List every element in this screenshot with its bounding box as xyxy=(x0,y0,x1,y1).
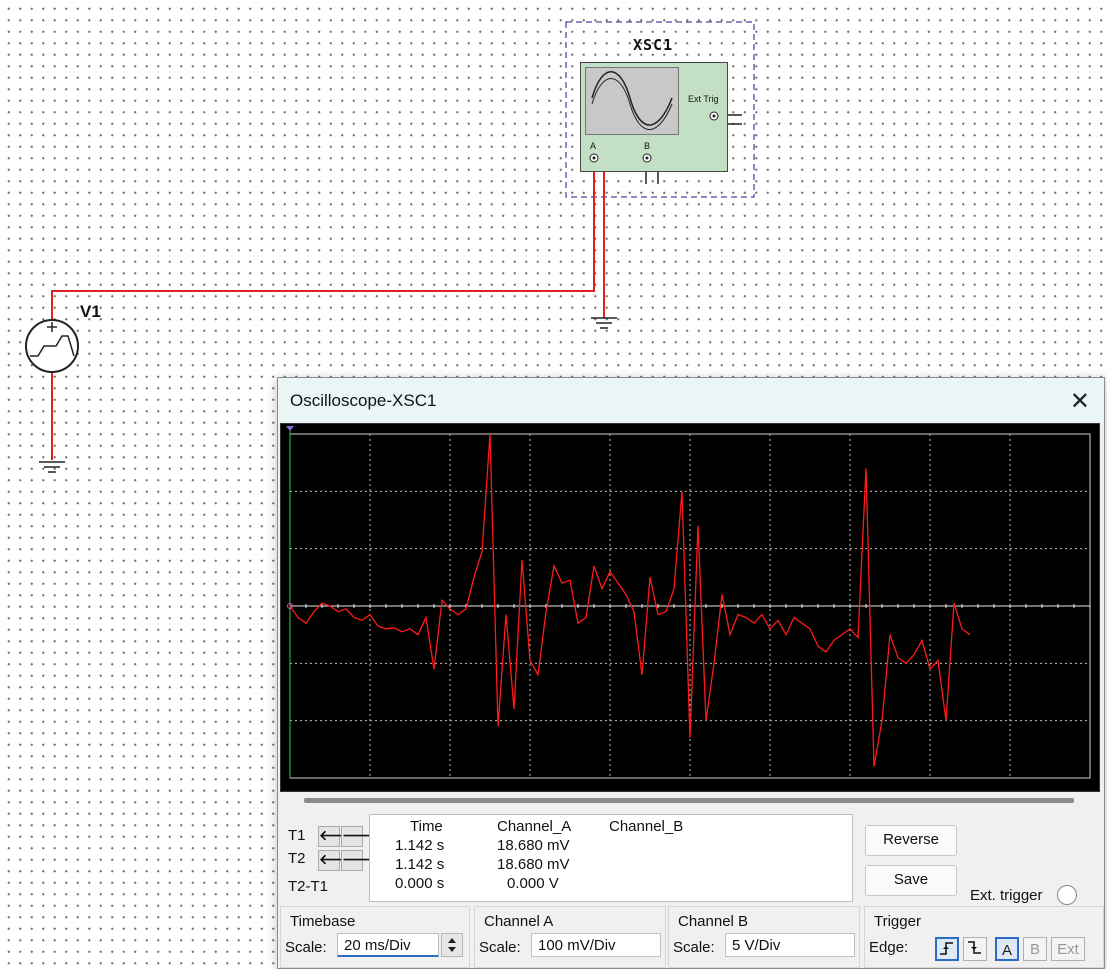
ext-trigger-radio[interactable] xyxy=(1057,885,1077,905)
measurement-readout: Time Channel_A Channel_B 1.142 s 18.680 … xyxy=(369,814,853,902)
close-icon[interactable]: ✕ xyxy=(1070,387,1090,415)
channel-a-scale-label: Scale: xyxy=(479,939,521,956)
ext-trigger-label: Ext. trigger xyxy=(970,887,1043,904)
trigger-group: Trigger Edge: A B Ext xyxy=(864,906,1104,968)
trigger-title: Trigger xyxy=(874,913,921,930)
t2-label: T2 xyxy=(288,850,306,867)
source-label: V1 xyxy=(80,302,101,321)
rising-edge-icon[interactable] xyxy=(935,937,959,961)
timebase-group: Timebase Scale: 20 ms/Div xyxy=(280,906,470,968)
window-titlebar[interactable]: Oscilloscope-XSC1 ✕ xyxy=(278,378,1104,422)
t1-left-arrow-icon[interactable]: 🡐 xyxy=(318,826,357,847)
scope-instrument-icon[interactable]: Ext Trig A B xyxy=(580,62,728,172)
ground-symbol-scope xyxy=(591,317,617,329)
channel-b-title: Channel B xyxy=(678,913,749,930)
ground-symbol-source xyxy=(39,461,65,473)
trigger-edge-label: Edge: xyxy=(869,939,909,956)
voltage-source-icon[interactable] xyxy=(25,319,79,373)
channel-a-trace xyxy=(289,433,971,767)
t2-left-arrow-icon[interactable]: 🡐 xyxy=(318,850,357,871)
timebase-spinner[interactable] xyxy=(441,933,463,957)
timebase-title: Timebase xyxy=(290,913,356,930)
readout-diff-channel-a: 0.000 V xyxy=(507,875,559,892)
reverse-button[interactable]: Reverse xyxy=(865,825,957,856)
scope-plot xyxy=(286,426,1091,779)
readout-t1-channel-a: 18.680 mV xyxy=(497,837,570,854)
channel-a-scale-input[interactable]: 100 mV/Div xyxy=(531,933,661,957)
save-button[interactable]: Save xyxy=(865,865,957,896)
readout-diff-time: 0.000 s xyxy=(395,875,445,892)
t2-right-arrow-icon[interactable]: 🡒 xyxy=(341,850,380,871)
timebase-scale-input[interactable]: 20 ms/Div xyxy=(337,933,439,957)
falling-edge-icon[interactable] xyxy=(963,937,987,961)
trigger-source-b-button[interactable]: B xyxy=(1023,937,1047,961)
cursor-marker-icon xyxy=(286,426,294,431)
readout-t1-time: 1.142 s xyxy=(395,837,445,854)
oscilloscope-window: Oscilloscope-XSC1 ✕ T1 🡐 🡒 T2 🡐 🡒 T2-T1 … xyxy=(277,377,1105,969)
spinner-arrows-icon xyxy=(448,938,456,952)
t1-right-arrow-icon[interactable]: 🡒 xyxy=(341,826,380,847)
channel-b-scale-label: Scale: xyxy=(673,939,715,956)
readout-t2-time: 1.142 s xyxy=(395,856,445,873)
readout-header-time: Time xyxy=(410,818,443,835)
channel-a-title: Channel A xyxy=(484,913,554,930)
display-scrollbar[interactable] xyxy=(304,798,1074,803)
scope-label: XSC1 xyxy=(633,36,674,54)
trigger-source-ext-button[interactable]: Ext xyxy=(1051,937,1085,961)
channel-a-group: Channel A Scale: 100 mV/Div xyxy=(474,906,666,968)
trigger-source-a-button[interactable]: A xyxy=(995,937,1019,961)
readout-t2-channel-a: 18.680 mV xyxy=(497,856,570,873)
readout-header-channel-a: Channel_A xyxy=(497,818,572,835)
channel-b-scale-input[interactable]: 5 V/Div xyxy=(725,933,855,957)
scope-display xyxy=(280,423,1100,792)
t1-label: T1 xyxy=(288,827,306,844)
window-title: Oscilloscope-XSC1 xyxy=(290,391,437,410)
readout-header-channel-b: Channel_B xyxy=(609,818,684,835)
channel-b-group: Channel B Scale: 5 V/Div xyxy=(668,906,860,968)
scope-terminals xyxy=(589,111,719,163)
wire-v1-to-scope-a[interactable] xyxy=(51,165,595,340)
timebase-scale-label: Scale: xyxy=(285,939,327,956)
t2-t1-label: T2-T1 xyxy=(288,878,329,895)
